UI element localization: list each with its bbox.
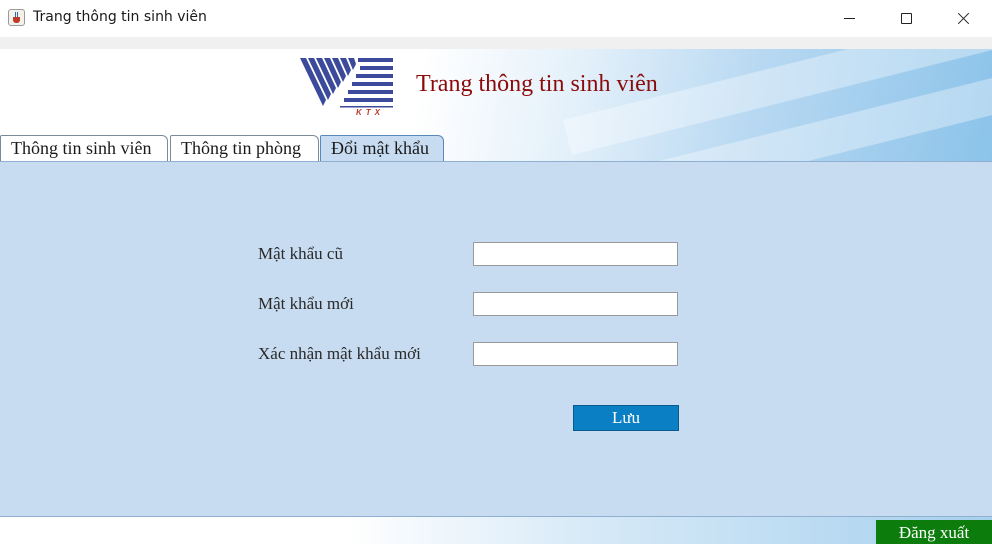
confirm-password-label: Xác nhận mật khẩu mới — [258, 344, 421, 363]
confirm-password-field[interactable] — [473, 342, 678, 366]
tab-change-password[interactable]: Đổi mật khẩu — [320, 135, 444, 161]
logo-text: KTX — [356, 108, 384, 116]
window-title: Trang thông tin sinh viên — [33, 9, 207, 25]
old-password-field[interactable] — [473, 242, 678, 266]
change-password-panel: Mật khẩu cũ Mật khẩu mới Xác nhận mật kh… — [0, 161, 992, 516]
app-header: KTX Trang thông tin sinh viên Thông tin … — [0, 49, 992, 161]
minimize-button[interactable] — [820, 0, 878, 37]
new-password-label: Mật khẩu mới — [258, 294, 354, 313]
window-frame-strip — [0, 37, 992, 49]
page-title: Trang thông tin sinh viên — [416, 71, 658, 97]
new-password-field[interactable] — [473, 292, 678, 316]
old-password-label: Mật khẩu cũ — [258, 244, 343, 263]
tab-student-info[interactable]: Thông tin sinh viên — [0, 135, 168, 161]
close-icon — [957, 12, 970, 25]
maximize-icon — [900, 13, 912, 24]
save-button[interactable]: Lưu — [573, 405, 679, 431]
java-cup-icon — [8, 9, 25, 26]
tab-room-info[interactable]: Thông tin phòng — [170, 135, 319, 161]
app-footer: Đăng xuất — [0, 516, 992, 544]
maximize-button[interactable] — [877, 0, 935, 37]
logout-button[interactable]: Đăng xuất — [876, 520, 992, 544]
minimize-icon — [843, 18, 855, 19]
ktx-logo: KTX — [300, 58, 393, 116]
window-titlebar: Trang thông tin sinh viên — [0, 0, 992, 37]
close-button[interactable] — [934, 0, 992, 37]
